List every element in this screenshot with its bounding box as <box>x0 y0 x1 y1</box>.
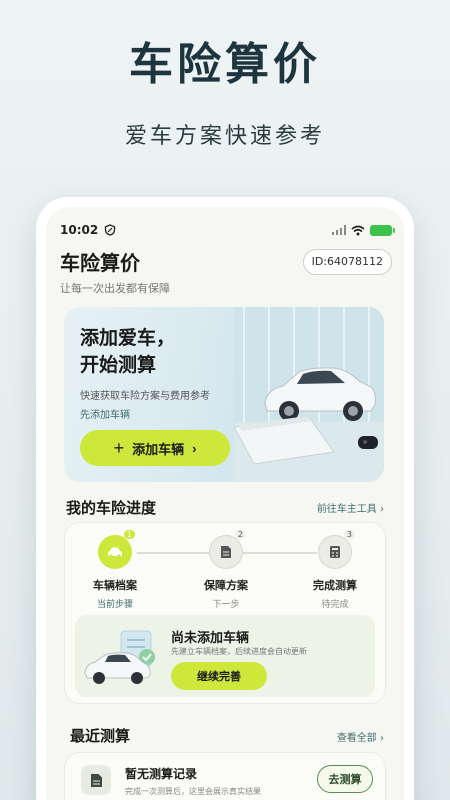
page-title: 车险算价 <box>60 251 140 275</box>
document-icon <box>221 546 231 558</box>
car-insurance-illustration <box>84 630 155 684</box>
owner-tools-link[interactable]: 前往车主工具 › <box>317 500 384 515</box>
wifi-icon <box>351 225 365 235</box>
recent-section-title: 最近测算 <box>70 727 131 745</box>
progress-card: 1 车辆档案 当前步骤 2 保障方案 下一步 3 完成测算 待完成 尚未添加车辆… <box>64 522 386 704</box>
phone-frame: 10:02 车险算价 ID:64078112 让每一次出发都有保障 添加爱车， … <box>36 197 414 800</box>
step-status: 待完成 <box>321 600 349 610</box>
user-id-badge[interactable]: ID:64078112 <box>302 249 392 275</box>
no-records-title: 暂无测算记录 <box>125 767 198 781</box>
step-number: 2 <box>234 530 246 539</box>
calculator-icon <box>330 546 340 558</box>
banner-description: 快速获取车险方案与费用参考 <box>80 391 210 402</box>
progress-section-title: 我的车险进度 <box>66 499 157 517</box>
step-circle: 1 <box>98 530 135 569</box>
step-coverage-plan[interactable]: 2 保障方案 下一步 <box>186 530 266 610</box>
no-records-description: 完成一次测算后，这里会展示真实结果 <box>125 787 261 796</box>
battery-icon <box>370 224 395 236</box>
promo-subtitle: 爱车方案快速参考 <box>124 124 325 149</box>
no-vehicle-description: 先建立车辆档案，后续进度会自动更新 <box>171 647 307 656</box>
recent-calculations-card: 暂无测算记录 完成一次测算后，这里会展示真实结果 去测算 <box>64 752 386 800</box>
step-vehicle-file[interactable]: 1 车辆档案 当前步骤 <box>75 530 155 610</box>
car-key-icon <box>358 436 378 449</box>
signal-icon <box>332 225 346 235</box>
plus-icon: + <box>113 437 125 458</box>
app-screen: 10:02 车险算价 ID:64078112 让每一次出发都有保障 添加爱车， … <box>46 207 404 800</box>
step-number: 3 <box>343 530 355 539</box>
no-vehicle-title: 尚未添加车辆 <box>171 631 250 646</box>
step-circle: 2 <box>209 530 246 569</box>
step-label: 车辆档案 <box>93 579 137 592</box>
add-car-button[interactable]: + 添加车辆 › <box>80 430 230 466</box>
add-car-banner: 添加爱车， 开始测算 快速获取车险方案与费用参考 先添加车辆 + 添加车辆 › <box>64 307 384 482</box>
car-icon <box>108 547 122 558</box>
step-complete-calc[interactable]: 3 完成测算 待完成 <box>295 530 375 610</box>
banner-title: 添加爱车， 开始测算 <box>80 325 175 379</box>
view-all-link[interactable]: 查看全部 › <box>337 729 384 744</box>
status-time: 10:02 <box>60 223 99 237</box>
shield-icon <box>105 224 116 236</box>
document-icon-box <box>81 765 111 795</box>
document-illustration <box>233 416 335 465</box>
step-status: 下一步 <box>212 600 240 610</box>
go-calculate-button[interactable]: 去测算 <box>317 765 373 793</box>
status-bar: 10:02 <box>60 221 395 239</box>
promo-title: 车险算价 <box>129 39 321 90</box>
step-label: 完成测算 <box>313 579 357 592</box>
add-car-first-link[interactable]: 先添加车辆 <box>80 406 130 421</box>
step-number: 1 <box>123 530 135 539</box>
page-subtitle: 让每一次出发都有保障 <box>60 282 170 295</box>
banner-title-line2: 开始测算 <box>80 354 157 376</box>
step-label: 保障方案 <box>204 579 248 592</box>
step-status: 当前步骤 <box>96 600 133 610</box>
document-icon <box>90 773 102 787</box>
add-car-button-label: 添加车辆 <box>132 441 185 457</box>
step-circle: 3 <box>318 530 355 569</box>
no-vehicle-panel: 尚未添加车辆 先建立车辆档案，后续进度会自动更新 继续完善 <box>75 615 375 697</box>
status-icons <box>332 224 395 236</box>
chevron-right-icon: › <box>192 440 197 456</box>
banner-title-line1: 添加爱车， <box>80 327 176 349</box>
continue-button[interactable]: 继续完善 <box>171 662 267 690</box>
